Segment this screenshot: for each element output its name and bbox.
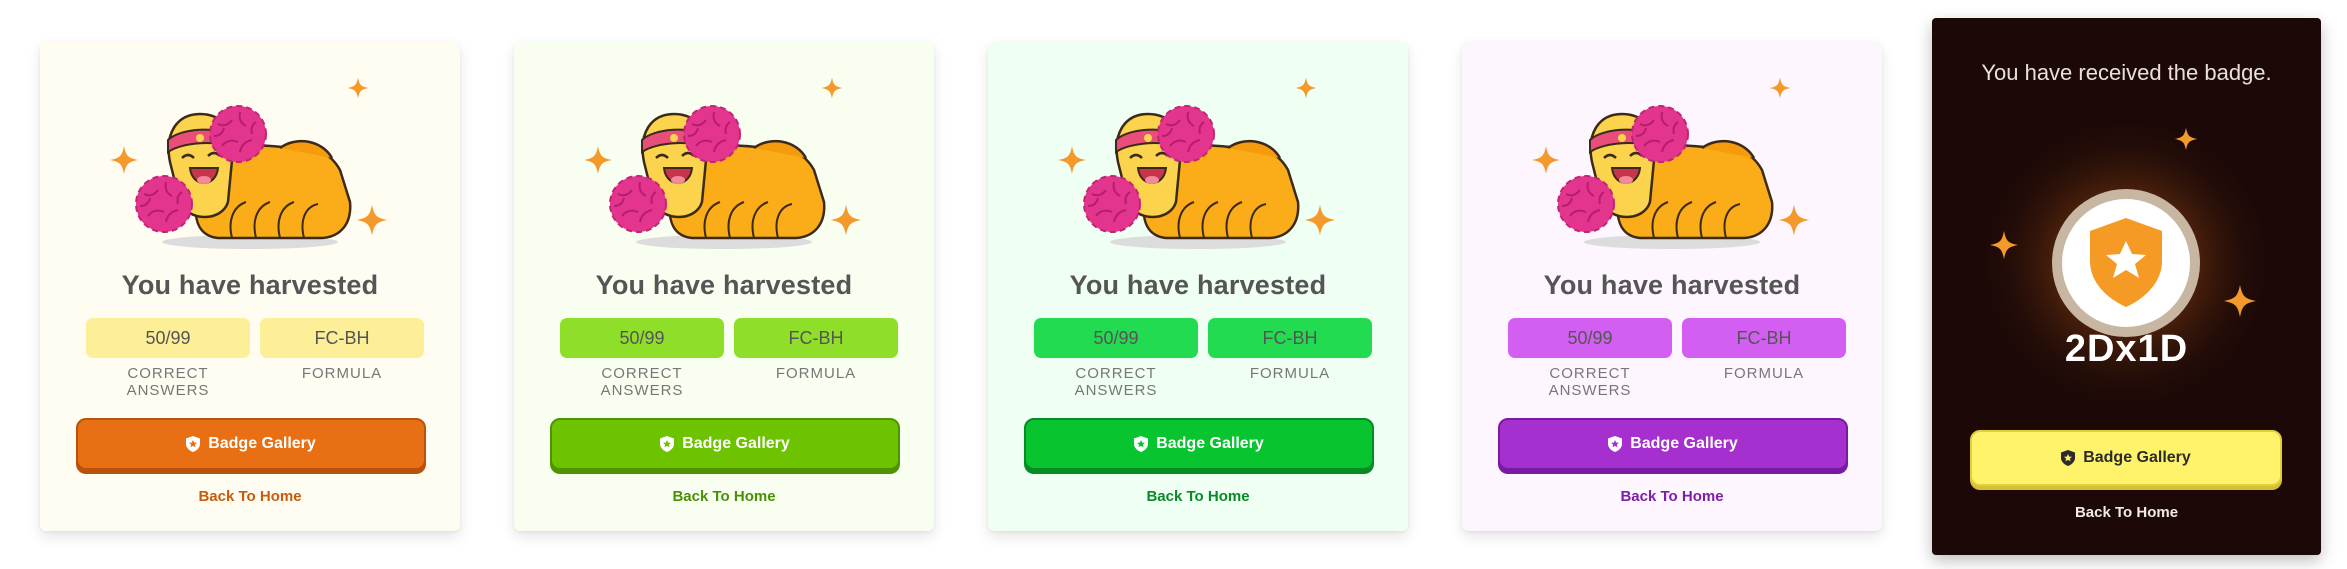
sparkle-icon <box>584 146 612 174</box>
harvest-result-card-lime: You have harvested 50/99 FC-BH CORRECT A… <box>514 42 934 531</box>
back-to-home-link[interactable]: Back To Home <box>40 488 460 505</box>
badge-gallery-label: Badge Gallery <box>2083 449 2191 466</box>
harvest-mascot-illustration <box>1532 77 1810 252</box>
sparkle-icon <box>1295 77 1317 99</box>
badge-gallery-button[interactable]: Badge Gallery <box>1024 418 1374 470</box>
correct-answers-caption: CORRECT ANSWERS <box>126 365 210 399</box>
sparkle-icon <box>1778 204 1810 236</box>
formula-caption: FORMULA <box>1249 365 1331 382</box>
shield-star-icon <box>186 436 201 452</box>
badge-gallery-label: Badge Gallery <box>1156 435 1264 452</box>
harvest-mascot-illustration <box>1058 77 1336 252</box>
shield-star-icon <box>2061 450 2076 466</box>
back-to-home-link[interactable]: Back To Home <box>1462 488 1882 505</box>
badge-gallery-label: Badge Gallery <box>208 435 316 452</box>
sparkle-icon <box>1769 77 1791 99</box>
sparkle-icon <box>347 77 369 99</box>
formula-value: FC-BH <box>1208 318 1372 358</box>
badge-gallery-button[interactable]: Badge Gallery <box>1498 418 1848 470</box>
badge-gallery-button[interactable]: Badge Gallery <box>550 418 900 470</box>
badge-gallery-label: Badge Gallery <box>682 435 790 452</box>
correct-answers-caption: CORRECT ANSWERS <box>600 365 684 399</box>
sparkle-icon <box>1532 146 1560 174</box>
correct-answers-value: 50/99 <box>560 318 724 358</box>
formula-caption: FORMULA <box>301 365 383 382</box>
harvest-title: You have harvested <box>1069 270 1327 300</box>
sparkle-icon <box>1058 146 1086 174</box>
harvest-mascot-illustration <box>110 77 388 252</box>
badge-gallery-button[interactable]: Badge Gallery <box>1970 430 2282 486</box>
harvest-mascot-illustration <box>584 77 862 252</box>
badge-gallery-label: Badge Gallery <box>1630 435 1738 452</box>
harvest-result-card-purple: You have harvested 50/99 FC-BH CORRECT A… <box>1462 42 1882 531</box>
harvest-result-card-green: You have harvested 50/99 FC-BH CORRECT A… <box>988 42 1408 531</box>
correct-answers-caption: CORRECT ANSWERS <box>1548 365 1632 399</box>
correct-answers-value: 50/99 <box>1508 318 1672 358</box>
badge-code: 2Dx1D <box>2064 328 2189 370</box>
back-to-home-link[interactable]: Back To Home <box>988 488 1408 505</box>
correct-answers-value: 50/99 <box>86 318 250 358</box>
formula-value: FC-BH <box>260 318 424 358</box>
harvest-title: You have harvested <box>1543 270 1801 300</box>
badge-gallery-button[interactable]: Badge Gallery <box>76 418 426 470</box>
sparkle-icon <box>110 146 138 174</box>
back-to-home-link[interactable]: Back To Home <box>1932 504 2321 521</box>
correct-answers-value: 50/99 <box>1034 318 1198 358</box>
sparkle-icon <box>356 204 388 236</box>
badge-received-title: You have received the badge. <box>1981 60 2272 85</box>
shield-star-icon <box>1134 436 1149 452</box>
harvest-title: You have harvested <box>121 270 379 300</box>
formula-caption: FORMULA <box>775 365 857 382</box>
formula-value: FC-BH <box>1682 318 1846 358</box>
harvest-result-card-orange: You have harvested 50/99 FC-BH CORRECT A… <box>40 42 460 531</box>
back-to-home-link[interactable]: Back To Home <box>514 488 934 505</box>
formula-value: FC-BH <box>734 318 898 358</box>
badge-received-card: You have received the badge. 2Dx1D Badge… <box>1932 18 2321 555</box>
sparkle-icon <box>830 204 862 236</box>
correct-answers-caption: CORRECT ANSWERS <box>1074 365 1158 399</box>
sparkle-icon <box>1304 204 1336 236</box>
shield-star-icon <box>660 436 675 452</box>
sparkle-icon <box>821 77 843 99</box>
harvest-title: You have harvested <box>595 270 853 300</box>
shield-star-icon <box>1608 436 1623 452</box>
formula-caption: FORMULA <box>1723 365 1805 382</box>
